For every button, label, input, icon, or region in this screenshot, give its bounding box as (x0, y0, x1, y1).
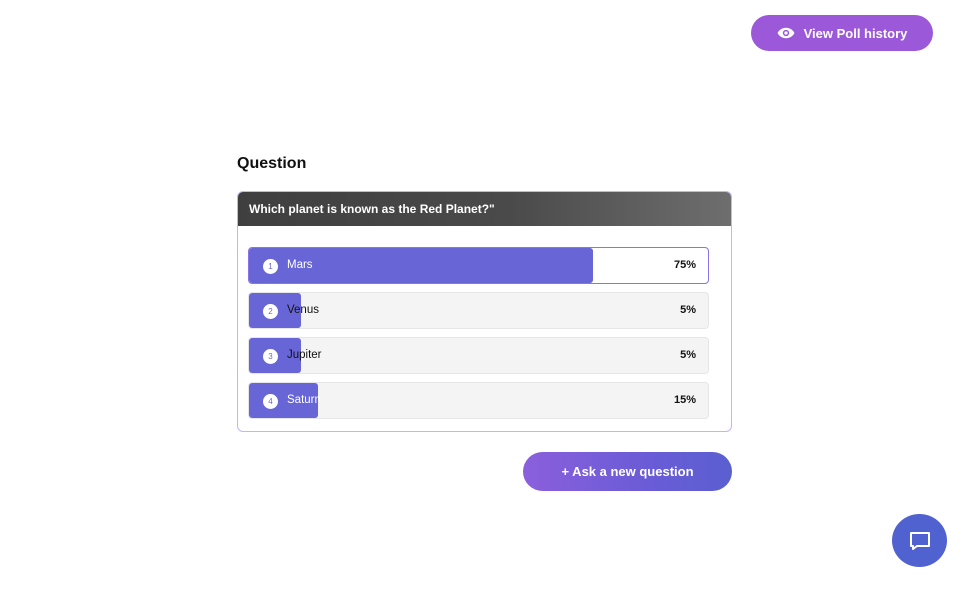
option-percent: 75% (673, 259, 696, 271)
poll-card: Which planet is known as the Red Planet?… (237, 191, 732, 432)
chat-bubble-icon (909, 531, 930, 550)
option-percent: 5% (680, 304, 696, 316)
ask-new-question-label: + Ask a new question (561, 464, 694, 479)
option-number-badge: 3 (263, 349, 278, 364)
option-label: Mars (287, 259, 313, 271)
poll-option-venus[interactable]: 2 Venus 5% (248, 292, 709, 329)
option-label: Saturn (287, 394, 321, 406)
option-percent: 5% (680, 349, 696, 361)
option-number-badge: 2 (263, 304, 278, 319)
chat-launcher-button[interactable] (892, 514, 947, 567)
eye-icon (777, 27, 794, 39)
poll-option-saturn[interactable]: 4 Saturn 15% (248, 382, 709, 419)
option-label: Venus (287, 304, 319, 316)
option-label: Jupiter (287, 349, 322, 361)
question-section-title: Question (237, 155, 307, 172)
poll-option-mars[interactable]: 1 Mars 75% (248, 247, 709, 284)
option-percent: 15% (673, 394, 696, 406)
option-number-badge: 1 (263, 259, 278, 274)
poll-option-jupiter[interactable]: 3 Jupiter 5% (248, 337, 709, 374)
question-text: Which planet is known as the Red Planet?… (249, 202, 495, 216)
ask-new-question-button[interactable]: + Ask a new question (523, 452, 732, 491)
view-poll-history-label: View Poll history (803, 25, 908, 41)
view-poll-history-button[interactable]: View Poll history (751, 15, 933, 51)
question-header: Which planet is known as the Red Planet?… (238, 192, 731, 226)
option-number-badge: 4 (263, 394, 278, 409)
